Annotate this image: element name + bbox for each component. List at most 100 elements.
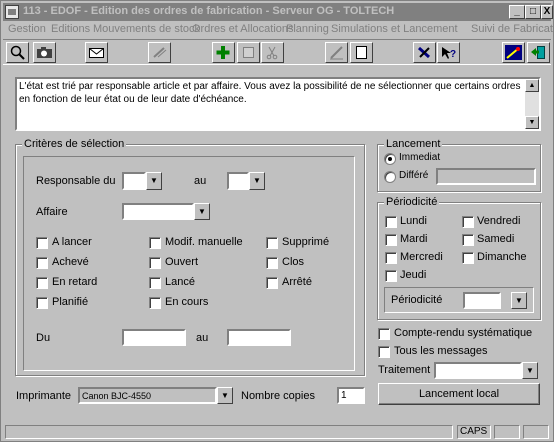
new-document-icon[interactable]	[350, 42, 373, 63]
status-panel-3	[523, 425, 549, 439]
checkbox-mardi-label: Mardi	[400, 233, 428, 245]
app-icon	[5, 5, 19, 19]
traitement-label: Traitement	[378, 364, 431, 376]
status-panel-2	[494, 425, 520, 439]
close-button[interactable]: X	[541, 5, 553, 19]
traitement-field[interactable]	[434, 362, 522, 379]
checkbox-modif-manuelle-label: Modif. manuelle	[165, 236, 243, 248]
menu-suivi[interactable]: Suivi de Fabrication	[471, 23, 554, 35]
date-from-field[interactable]	[122, 329, 186, 346]
checkbox-en-cours-label: En cours	[165, 296, 209, 308]
menu-editions[interactable]: Editions	[51, 23, 90, 35]
checkbox-a-lancer-label: A lancer	[52, 236, 92, 248]
edit-icon[interactable]	[325, 42, 348, 63]
camera-icon[interactable]	[33, 42, 56, 63]
periodicite-panel: Périodicité	[384, 287, 534, 313]
responsable-to-field[interactable]	[227, 172, 249, 190]
cut-icon[interactable]	[261, 42, 284, 63]
checkbox-mercredi-label: Mercredi	[400, 251, 443, 263]
checkbox-modif-manuelle[interactable]	[149, 237, 161, 249]
mail-icon[interactable]	[85, 42, 108, 63]
checkbox-ouvert[interactable]	[149, 257, 161, 269]
checkbox-acheve[interactable]	[36, 257, 48, 269]
checkbox-jeudi-label: Jeudi	[400, 269, 427, 281]
responsable-to-dropdown[interactable]	[249, 172, 265, 190]
toolbar: ?	[3, 39, 551, 65]
criteria-group: Critères de sélection Responsable du au …	[15, 138, 365, 376]
periodicite-field[interactable]	[463, 292, 501, 309]
checkbox-jeudi[interactable]	[385, 270, 397, 282]
exit-icon[interactable]	[527, 42, 550, 63]
search-icon[interactable]	[6, 42, 29, 63]
menu-planning[interactable]: Planning	[286, 23, 329, 35]
maximize-button[interactable]: □	[525, 5, 541, 19]
lancement-local-button[interactable]: Lancement local	[378, 383, 540, 405]
checkbox-mardi[interactable]	[385, 234, 397, 246]
info-textarea[interactable]: L'état est trié par responsable article …	[15, 77, 541, 131]
checkbox-acheve-label: Achevé	[52, 256, 89, 268]
info-scrollbar[interactable]: ▲ ▼	[525, 79, 539, 129]
checkbox-arrete[interactable]	[266, 277, 278, 289]
checkbox-tous-messages[interactable]	[378, 346, 390, 358]
criteria-title: Critères de sélection	[22, 138, 127, 150]
info-text: L'état est trié par responsable article …	[19, 81, 521, 105]
menu-bar: Gestion Editions Mouvements de stock Ord…	[3, 22, 554, 38]
traitement-dropdown[interactable]	[522, 362, 538, 379]
status-bar: CAPS	[3, 423, 551, 441]
menu-ordres[interactable]: Ordres et Allocations	[192, 23, 294, 35]
checkbox-en-retard[interactable]	[36, 277, 48, 289]
du-label: Du	[36, 332, 51, 344]
checkbox-mercredi[interactable]	[385, 252, 397, 264]
date-au-label: au	[196, 332, 209, 344]
responsable-from-field[interactable]	[122, 172, 146, 190]
run-icon[interactable]	[502, 42, 525, 63]
lancement-group: Lancement Immediat Différé	[377, 138, 541, 192]
menu-mouvements[interactable]: Mouvements de stock	[93, 23, 200, 35]
affaire-field[interactable]	[122, 203, 194, 220]
checkbox-vendredi[interactable]	[462, 216, 474, 228]
affaire-dropdown[interactable]	[194, 203, 210, 220]
help-icon[interactable]: ?	[437, 42, 460, 63]
status-panel-main	[5, 425, 453, 439]
stop-icon[interactable]	[237, 42, 260, 63]
menu-simulations[interactable]: Simulations et Lancement	[331, 23, 458, 35]
checkbox-lance[interactable]	[149, 277, 161, 289]
checkbox-en-retard-label: En retard	[52, 276, 98, 288]
radio-differe-label: Différé	[399, 170, 429, 181]
lancement-title: Lancement	[384, 138, 443, 150]
checkbox-compte-rendu-label: Compte-rendu systématique	[394, 327, 533, 339]
checkbox-dimanche[interactable]	[462, 252, 474, 264]
scroll-up-icon[interactable]: ▲	[525, 79, 539, 92]
checkbox-tous-messages-label: Tous les messages	[394, 345, 488, 357]
scroll-down-icon[interactable]: ▼	[525, 116, 539, 129]
checkbox-vendredi-label: Vendredi	[477, 215, 521, 227]
periodicite-dropdown[interactable]	[511, 292, 527, 309]
radio-immediat[interactable]	[384, 153, 396, 165]
checkbox-dimanche-label: Dimanche	[477, 251, 527, 263]
checkbox-a-lancer[interactable]	[36, 237, 48, 249]
imprimante-dropdown[interactable]	[217, 387, 233, 404]
checkbox-clos[interactable]	[266, 257, 278, 269]
checkbox-arrete-label: Arrêté	[282, 276, 312, 288]
minimize-button[interactable]: _	[509, 5, 525, 19]
date-to-field[interactable]	[227, 329, 291, 346]
imprimante-field[interactable]: Canon BJC-4550	[78, 387, 217, 404]
checkbox-clos-label: Clos	[282, 256, 305, 268]
add-icon[interactable]	[212, 42, 235, 63]
link-icon[interactable]	[148, 42, 171, 63]
checkbox-compte-rendu[interactable]	[378, 328, 390, 340]
responsable-from-dropdown[interactable]	[146, 172, 162, 190]
checkbox-samedi[interactable]	[462, 234, 474, 246]
nombre-copies-field[interactable]: 1	[337, 387, 365, 404]
menu-gestion[interactable]: Gestion	[8, 23, 46, 35]
radio-immediat-label: Immediat	[399, 152, 441, 163]
differe-date-field[interactable]	[436, 168, 536, 185]
checkbox-planifie[interactable]	[36, 297, 48, 309]
checkbox-supprime[interactable]	[266, 237, 278, 249]
affaire-label: Affaire	[36, 206, 68, 218]
checkbox-en-cours[interactable]	[149, 297, 161, 309]
checkbox-lundi[interactable]	[385, 216, 397, 228]
radio-differe[interactable]	[384, 171, 396, 183]
checkbox-ouvert-label: Ouvert	[165, 256, 199, 268]
tools-icon[interactable]	[413, 42, 436, 63]
